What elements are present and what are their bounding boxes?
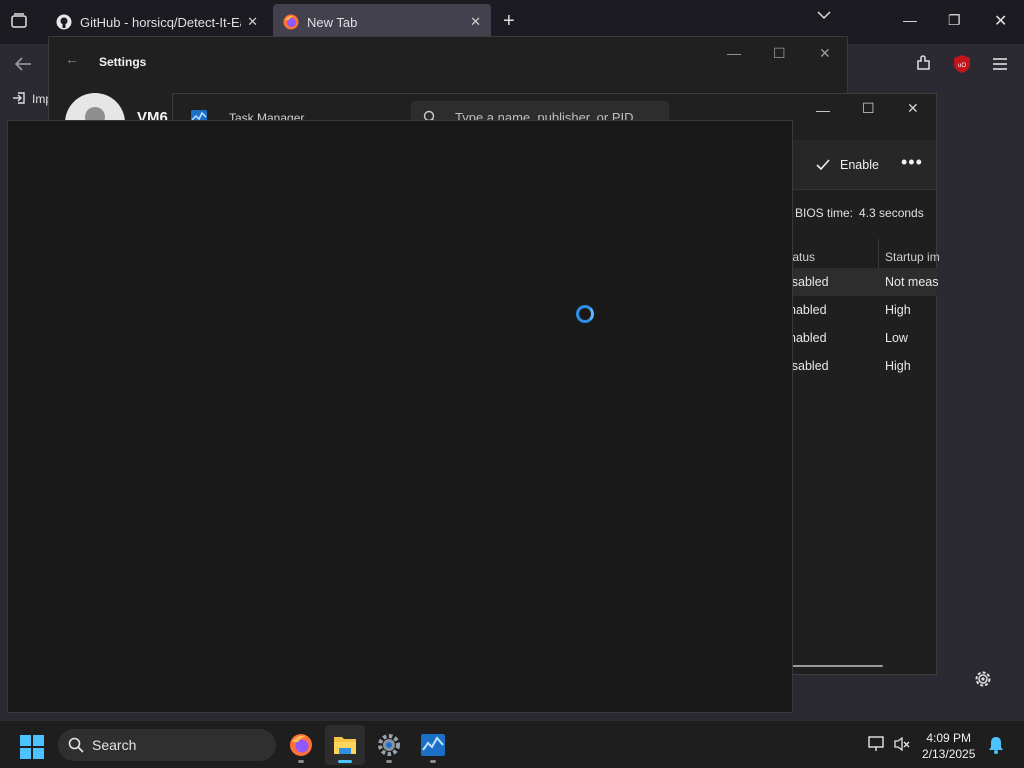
close-icon[interactable]: ✕ xyxy=(470,14,481,30)
impact-cell: Low xyxy=(885,331,908,345)
new-tab-button[interactable]: + xyxy=(503,10,515,33)
maximize-icon[interactable]: ☐ xyxy=(773,45,786,62)
minimize-icon[interactable]: — xyxy=(903,12,917,28)
search-icon xyxy=(68,737,84,753)
clock-date: 2/13/2025 xyxy=(922,747,976,761)
status-cell: isabled xyxy=(789,275,829,289)
tab-overview-icon[interactable] xyxy=(10,12,28,30)
close-window-icon[interactable]: ✕ xyxy=(819,45,831,62)
bios-value: 4.3 seconds xyxy=(859,206,924,220)
taskbar-app-task-manager[interactable] xyxy=(413,725,453,765)
tab-new-tab[interactable]: New Tab ✕ xyxy=(273,4,491,40)
minimize-icon[interactable]: — xyxy=(816,102,830,118)
table-row[interactable]: isabled Not meas xyxy=(785,268,939,296)
impact-cell: High xyxy=(885,303,911,317)
column-startup-impact[interactable]: Startup im xyxy=(885,250,940,264)
loading-spinner-icon xyxy=(576,305,594,323)
close-window-icon[interactable]: ✕ xyxy=(994,11,1007,31)
close-window-icon[interactable]: ✕ xyxy=(907,100,919,117)
checkmark-icon xyxy=(816,159,830,171)
tab-label: New Tab xyxy=(307,14,358,30)
status-cell: nabled xyxy=(789,331,827,345)
status-cell: nabled xyxy=(789,303,827,317)
taskbar: Search 4:09 PM 2/13/2025 xyxy=(0,720,1024,768)
firefox-icon xyxy=(290,734,312,756)
taskbar-app-settings[interactable] xyxy=(369,725,409,765)
taskbar-search[interactable]: Search xyxy=(58,729,276,761)
github-icon xyxy=(56,14,72,30)
more-options-button[interactable]: ••• xyxy=(901,152,923,173)
ublock-origin-icon[interactable]: uO xyxy=(953,54,971,74)
column-header: tatus Startup im xyxy=(785,242,940,270)
enable-label: Enable xyxy=(840,158,879,172)
column-divider[interactable] xyxy=(878,239,879,269)
menu-icon[interactable] xyxy=(992,57,1008,71)
maximize-icon[interactable]: ☐ xyxy=(862,100,875,117)
gear-icon xyxy=(378,734,400,756)
running-indicator xyxy=(386,760,392,763)
firefox-icon xyxy=(283,14,299,30)
chevron-down-icon[interactable] xyxy=(817,10,831,20)
windows-start-icon[interactable] xyxy=(20,735,44,759)
running-indicator xyxy=(298,760,304,763)
table-row[interactable]: nabled High xyxy=(785,296,937,324)
bios-time: BIOS time: 4.3 seconds xyxy=(795,206,924,220)
import-icon xyxy=(13,92,25,104)
running-indicator xyxy=(430,760,436,763)
loading-window xyxy=(7,120,793,713)
back-arrow-icon[interactable]: ← xyxy=(65,51,79,67)
clock-time: 4:09 PM xyxy=(926,731,972,745)
svg-text:uO: uO xyxy=(958,63,966,69)
table-row[interactable]: isabled High xyxy=(785,352,937,380)
window-title: Settings xyxy=(99,55,147,69)
minimize-icon[interactable]: — xyxy=(727,45,741,61)
network-icon[interactable] xyxy=(868,736,886,752)
gear-icon[interactable] xyxy=(973,669,993,689)
extensions-icon[interactable] xyxy=(915,54,933,72)
horizontal-scrollbar[interactable] xyxy=(791,665,883,667)
status-cell: isabled xyxy=(789,359,829,373)
volume-muted-icon[interactable] xyxy=(894,736,910,752)
tab-github[interactable]: GitHub - horsicq/Detect-It-Easy ✕ xyxy=(46,4,268,40)
notification-bell-icon[interactable] xyxy=(988,736,1004,754)
enable-button[interactable]: Enable xyxy=(816,152,879,178)
tab-label: GitHub - horsicq/Detect-It-Easy xyxy=(80,14,241,30)
close-icon[interactable]: ✕ xyxy=(247,14,258,30)
running-indicator xyxy=(338,760,352,763)
task-manager-icon xyxy=(421,734,445,756)
back-arrow-icon[interactable] xyxy=(14,56,32,72)
taskbar-app-firefox[interactable] xyxy=(281,725,321,765)
folder-icon xyxy=(334,737,356,754)
search-label: Search xyxy=(92,737,137,753)
bios-label: BIOS time: xyxy=(795,206,854,220)
restore-icon[interactable]: ❐ xyxy=(948,12,961,29)
system-clock[interactable]: 4:09 PM 2/13/2025 xyxy=(922,730,975,762)
taskbar-app-file-explorer[interactable] xyxy=(325,725,365,765)
impact-cell: Not meas xyxy=(885,275,939,289)
impact-cell: High xyxy=(885,359,911,373)
table-row[interactable]: nabled Low xyxy=(785,324,937,352)
